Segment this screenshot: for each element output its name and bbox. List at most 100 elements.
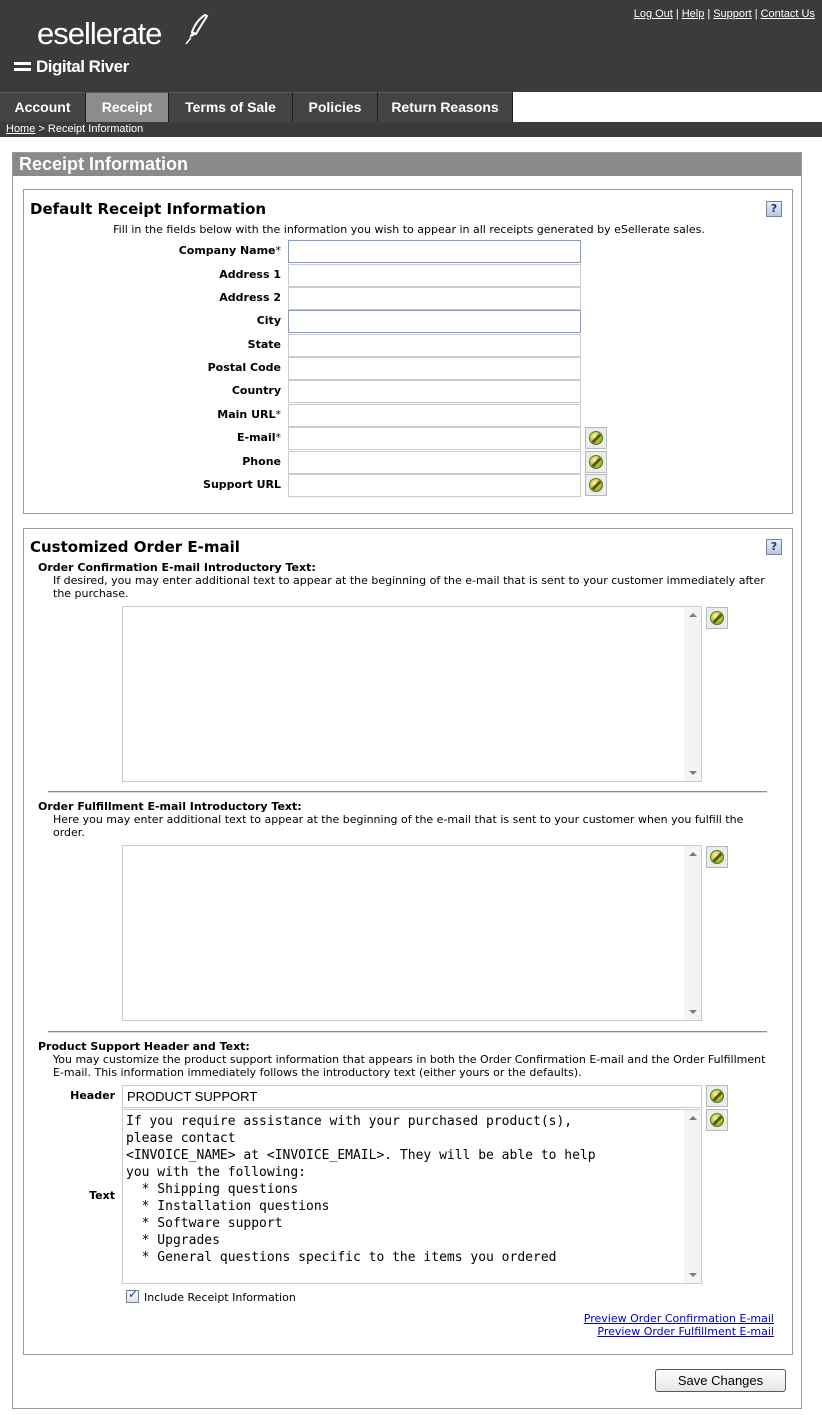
support-header-label-wrap: Header: [24, 1089, 115, 1104]
link-separator: |: [754, 8, 758, 20]
city-label-text: City: [256, 314, 281, 327]
confirmation-intro-textarea[interactable]: [122, 606, 702, 782]
breadcrumb-home-link[interactable]: Home: [6, 123, 35, 135]
tab-terms-of-sale[interactable]: Terms of Sale: [169, 92, 293, 122]
edit-phone-icon[interactable]: [585, 451, 607, 473]
checkmark-icon: ✓: [128, 1287, 139, 1301]
include-receipt-checkbox[interactable]: ✓: [126, 1287, 139, 1303]
support-text-label-wrap: Text: [24, 1189, 115, 1204]
edit-support-text-icon[interactable]: [706, 1109, 728, 1131]
support-text-textarea[interactable]: If you require assistance with your purc…: [122, 1109, 702, 1284]
e-mail-label: E-mail*: [237, 431, 281, 444]
contact-us-link[interactable]: Contact Us: [761, 8, 815, 20]
help-icon[interactable]: ?: [766, 201, 782, 217]
default-receipt-section: Default Receipt Information ? Fill in th…: [23, 189, 793, 514]
confirmation-intro-desc: If desired, you may enter additional tex…: [53, 574, 765, 600]
breadcrumb-current: Receipt Information: [47, 123, 144, 135]
required-marker: *: [275, 408, 282, 421]
edit-fulfillment-intro-icon[interactable]: [706, 846, 728, 868]
city-label: City: [257, 314, 281, 327]
phone-label-text: Phone: [242, 455, 281, 468]
fulfillment-textarea-scrollbar[interactable]: [683, 846, 701, 1020]
product-support-desc: You may customize the product support in…: [53, 1053, 766, 1079]
scroll-down-arrow-icon[interactable]: [689, 1273, 697, 1277]
country-label: Country: [232, 384, 281, 397]
country-input[interactable]: [288, 380, 581, 403]
address-2-input[interactable]: [288, 287, 581, 310]
city-input[interactable]: [288, 310, 581, 333]
tab-account[interactable]: Account: [0, 92, 86, 122]
breadcrumb-separator: >: [38, 123, 45, 135]
receipt-panel: Receipt Information Default Receipt Info…: [12, 152, 802, 1409]
state-input[interactable]: [288, 334, 581, 357]
support-header-input[interactable]: [122, 1085, 702, 1108]
scroll-down-arrow-icon[interactable]: [689, 1010, 697, 1014]
save-changes-button[interactable]: Save Changes: [655, 1369, 786, 1392]
state-label-text: State: [247, 338, 281, 351]
edit-confirmation-intro-icon[interactable]: [706, 607, 728, 629]
rocket-icon: [185, 13, 209, 45]
field-row-company-name: Company Name*: [24, 240, 281, 263]
help-icon[interactable]: ?: [766, 539, 782, 555]
scroll-up-arrow-icon[interactable]: [689, 613, 697, 617]
required-marker: *: [275, 431, 282, 444]
field-row-phone: Phone: [24, 451, 281, 474]
fulfillment-intro-label: Order Fulfillment E-mail Introductory Te…: [38, 800, 302, 813]
e-mail-label-text: E-mail: [236, 431, 276, 444]
help-link[interactable]: Help: [682, 8, 705, 20]
edit-support-url-icon[interactable]: [585, 474, 607, 496]
field-row-address-2: Address 2: [24, 287, 281, 310]
field-row-address-1: Address 1: [24, 264, 281, 287]
main-url-input[interactable]: [288, 404, 581, 427]
address-1-input[interactable]: [288, 264, 581, 287]
logout-link[interactable]: Log Out: [634, 8, 673, 20]
postal-code-input[interactable]: [288, 357, 581, 380]
support-link[interactable]: Support: [713, 8, 752, 20]
product-support-label: Product Support Header and Text:: [38, 1040, 250, 1053]
company-name-label: Company Name*: [179, 244, 281, 257]
tab-policies[interactable]: Policies: [293, 92, 378, 122]
postal-code-label-text: Postal Code: [207, 361, 281, 374]
tab-receipt[interactable]: Receipt: [86, 92, 169, 122]
header-bar: esellerate Digital River Log Out | Help | Su…: [0, 0, 822, 92]
digital-river-mark-icon: [14, 62, 31, 71]
link-separator: |: [675, 8, 679, 20]
address-2-label: Address 2: [219, 291, 281, 304]
support-url-label: Support URL: [203, 478, 281, 491]
tab-return-reasons[interactable]: Return Reasons: [378, 92, 513, 122]
scroll-up-arrow-icon[interactable]: [689, 852, 697, 856]
support-textarea-scrollbar[interactable]: [683, 1110, 701, 1283]
main-tabs: Account Receipt Terms of Sale Policies R…: [0, 92, 513, 122]
main-url-label: Main URL*: [217, 408, 281, 421]
digital-river-text: Digital River: [36, 57, 129, 76]
section-title: Default Receipt Information: [30, 200, 267, 218]
phone-label: Phone: [242, 455, 281, 468]
phone-input[interactable]: [288, 451, 581, 474]
confirmation-intro-label: Order Confirmation E-mail Introductory T…: [38, 561, 316, 574]
field-row-support-url: Support URL: [24, 474, 281, 497]
country-label-text: Country: [231, 384, 281, 397]
fulfillment-intro-textarea[interactable]: [122, 845, 702, 1021]
edit-support-header-icon[interactable]: [706, 1085, 728, 1107]
section-title: Customized Order E-mail: [30, 538, 240, 556]
state-label: State: [248, 338, 281, 351]
field-row-main-url: Main URL*: [24, 404, 281, 427]
scroll-up-arrow-icon[interactable]: [689, 1116, 697, 1120]
e-mail-input[interactable]: [288, 427, 581, 450]
esellerate-logo: esellerate: [37, 16, 162, 51]
company-name-input[interactable]: [288, 240, 581, 263]
divider: [48, 791, 767, 793]
include-receipt-label: Include Receipt Information: [144, 1291, 296, 1304]
divider: [48, 1031, 767, 1033]
confirmation-textarea-scrollbar[interactable]: [683, 607, 701, 781]
edit-email-icon[interactable]: [585, 427, 607, 449]
preview-fulfillment-link[interactable]: Preview Order Fulfillment E-mail: [597, 1325, 774, 1338]
preview-confirmation-link[interactable]: Preview Order Confirmation E-mail: [584, 1312, 774, 1325]
digital-river-logo: Digital River: [13, 57, 129, 77]
support-url-input[interactable]: [288, 474, 581, 497]
required-marker: *: [275, 244, 282, 257]
field-row-e-mail: E-mail*: [24, 427, 281, 450]
address-1-label-text: Address 1: [219, 268, 281, 281]
scroll-down-arrow-icon[interactable]: [689, 771, 697, 775]
address-2-label-text: Address 2: [219, 291, 281, 304]
